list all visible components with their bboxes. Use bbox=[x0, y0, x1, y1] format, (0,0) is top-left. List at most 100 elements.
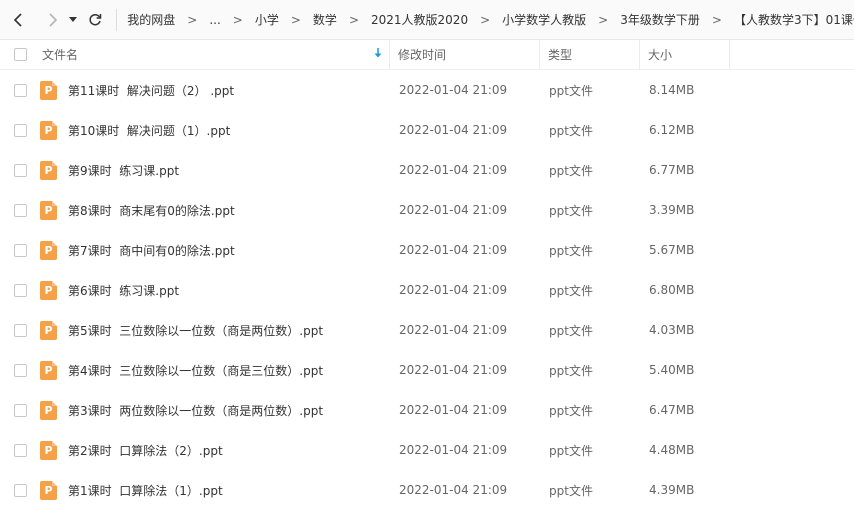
file-size: 6.47MB bbox=[649, 403, 695, 417]
file-name[interactable]: 第6课时 练习课.ppt bbox=[68, 282, 179, 299]
file-modified-time: 2022-01-04 21:09 bbox=[399, 283, 508, 297]
file-type: ppt文件 bbox=[549, 483, 593, 498]
breadcrumb-item-edition[interactable]: 2021人教版2020 bbox=[369, 11, 470, 28]
row-select-cell bbox=[0, 83, 40, 97]
row-select-cell bbox=[0, 283, 40, 297]
column-header-size[interactable]: 大小 bbox=[640, 39, 730, 70]
breadcrumb-item-ellipsis[interactable]: ... bbox=[207, 13, 222, 27]
breadcrumb-separator: > bbox=[348, 12, 359, 27]
breadcrumb-separator: > bbox=[480, 12, 491, 27]
file-row[interactable]: P 第8课时 商末尾有0的除法.ppt 2022-01-04 21:09 ppt… bbox=[0, 190, 854, 230]
row-checkbox[interactable] bbox=[13, 243, 27, 257]
file-row[interactable]: P 第4课时 三位数除以一位数（商是三位数）.ppt 2022-01-04 21… bbox=[0, 350, 854, 390]
file-row[interactable]: P 第1课时 口算除法（1）.ppt 2022-01-04 21:09 ppt文… bbox=[0, 470, 854, 510]
file-modified-time: 2022-01-04 21:09 bbox=[399, 363, 508, 377]
breadcrumb-separator: > bbox=[232, 12, 243, 27]
file-name[interactable]: 第8课时 商末尾有0的除法.ppt bbox=[68, 202, 235, 219]
file-name-cell: P 第5课时 三位数除以一位数（商是两位数）.ppt bbox=[40, 320, 390, 340]
sort-down-arrow-icon[interactable] bbox=[373, 47, 383, 62]
breadcrumb: 我的网盘 > ... > 小学 > 数学 > 2021人教版2020 > 小学数… bbox=[125, 0, 854, 40]
row-select-cell bbox=[0, 363, 40, 377]
file-name[interactable]: 第5课时 三位数除以一位数（商是两位数）.ppt bbox=[68, 322, 323, 339]
row-checkbox[interactable] bbox=[13, 203, 27, 217]
breadcrumb-item-grade[interactable]: 3年级数学下册 bbox=[618, 11, 702, 28]
row-select-cell bbox=[0, 483, 40, 497]
chevron-right-icon[interactable] bbox=[38, 6, 64, 34]
file-list: P 第11课时 解决问题（2） .ppt 2022-01-04 21:09 pp… bbox=[0, 70, 854, 510]
ppt-file-icon: P bbox=[40, 440, 57, 460]
file-type: ppt文件 bbox=[549, 323, 593, 338]
file-modified-time: 2022-01-04 21:09 bbox=[399, 483, 508, 497]
file-row[interactable]: P 第3课时 两位数除以一位数（商是两位数）.ppt 2022-01-04 21… bbox=[0, 390, 854, 430]
breadcrumb-item-current[interactable]: 【人教数学3下】01课件 bbox=[732, 11, 854, 28]
file-name[interactable]: 第4课时 三位数除以一位数（商是三位数）.ppt bbox=[68, 362, 323, 379]
file-name-cell: P 第1课时 口算除法（1）.ppt bbox=[40, 480, 390, 500]
row-checkbox[interactable] bbox=[13, 123, 27, 137]
file-size: 6.80MB bbox=[649, 283, 695, 297]
file-type: ppt文件 bbox=[549, 203, 593, 218]
row-checkbox[interactable] bbox=[13, 323, 27, 337]
ppt-file-icon: P bbox=[40, 320, 57, 340]
row-select-cell bbox=[0, 203, 40, 217]
file-name-cell: P 第9课时 练习课.ppt bbox=[40, 160, 390, 180]
file-name[interactable]: 第2课时 口算除法（2）.ppt bbox=[68, 442, 223, 459]
breadcrumb-item-primary[interactable]: 小学 bbox=[253, 11, 281, 28]
refresh-icon[interactable] bbox=[82, 6, 108, 34]
ppt-file-icon: P bbox=[40, 240, 57, 260]
file-type: ppt文件 bbox=[549, 163, 593, 178]
file-name-cell: P 第6课时 练习课.ppt bbox=[40, 280, 390, 300]
row-checkbox[interactable] bbox=[13, 83, 27, 97]
file-row[interactable]: P 第2课时 口算除法（2）.ppt 2022-01-04 21:09 ppt文… bbox=[0, 430, 854, 470]
file-row[interactable]: P 第11课时 解决问题（2） .ppt 2022-01-04 21:09 pp… bbox=[0, 70, 854, 110]
row-checkbox[interactable] bbox=[13, 483, 27, 497]
file-row[interactable]: P 第10课时 解决问题（1）.ppt 2022-01-04 21:09 ppt… bbox=[0, 110, 854, 150]
file-name[interactable]: 第3课时 两位数除以一位数（商是两位数）.ppt bbox=[68, 402, 323, 419]
select-all-checkbox[interactable] bbox=[13, 48, 27, 61]
file-name[interactable]: 第11课时 解决问题（2） .ppt bbox=[68, 82, 234, 99]
file-row[interactable]: P 第6课时 练习课.ppt 2022-01-04 21:09 ppt文件 6.… bbox=[0, 270, 854, 310]
chevron-left-icon[interactable] bbox=[6, 6, 32, 34]
column-header-name[interactable]: 文件名 bbox=[40, 39, 390, 70]
breadcrumb-separator: > bbox=[187, 12, 198, 27]
column-header-time[interactable]: 修改时间 bbox=[390, 39, 540, 70]
breadcrumb-item-math[interactable]: 数学 bbox=[311, 11, 339, 28]
row-select-cell bbox=[0, 123, 40, 137]
row-checkbox[interactable] bbox=[13, 163, 27, 177]
breadcrumb-item-publisher[interactable]: 小学数学人教版 bbox=[500, 11, 588, 28]
file-modified-time: 2022-01-04 21:09 bbox=[399, 443, 508, 457]
row-checkbox[interactable] bbox=[13, 403, 27, 417]
file-size: 8.14MB bbox=[649, 83, 695, 97]
row-select-cell bbox=[0, 163, 40, 177]
breadcrumb-separator: > bbox=[711, 12, 722, 27]
file-modified-time: 2022-01-04 21:09 bbox=[399, 243, 508, 257]
column-header-type[interactable]: 类型 bbox=[540, 39, 640, 70]
file-row[interactable]: P 第7课时 商中间有0的除法.ppt 2022-01-04 21:09 ppt… bbox=[0, 230, 854, 270]
file-name[interactable]: 第1课时 口算除法（1）.ppt bbox=[68, 482, 223, 499]
file-size: 6.12MB bbox=[649, 123, 695, 137]
row-checkbox[interactable] bbox=[13, 443, 27, 457]
file-size: 4.48MB bbox=[649, 443, 695, 457]
file-row[interactable]: P 第5课时 三位数除以一位数（商是两位数）.ppt 2022-01-04 21… bbox=[0, 310, 854, 350]
file-name-cell: P 第8课时 商末尾有0的除法.ppt bbox=[40, 200, 390, 220]
ppt-file-icon: P bbox=[40, 200, 57, 220]
file-row[interactable]: P 第9课时 练习课.ppt 2022-01-04 21:09 ppt文件 6.… bbox=[0, 150, 854, 190]
row-checkbox[interactable] bbox=[13, 363, 27, 377]
file-name[interactable]: 第10课时 解决问题（1）.ppt bbox=[68, 122, 230, 139]
row-checkbox[interactable] bbox=[13, 283, 27, 297]
breadcrumb-item-root[interactable]: 我的网盘 bbox=[125, 11, 177, 28]
file-type: ppt文件 bbox=[549, 403, 593, 418]
row-select-cell bbox=[0, 323, 40, 337]
file-name[interactable]: 第9课时 练习课.ppt bbox=[68, 162, 179, 179]
file-size: 6.77MB bbox=[649, 163, 695, 177]
file-name-cell: P 第4课时 三位数除以一位数（商是三位数）.ppt bbox=[40, 360, 390, 380]
file-type: ppt文件 bbox=[549, 243, 593, 258]
file-modified-time: 2022-01-04 21:09 bbox=[399, 163, 508, 177]
navigation-bar: 我的网盘 > ... > 小学 > 数学 > 2021人教版2020 > 小学数… bbox=[0, 0, 854, 40]
file-modified-time: 2022-01-04 21:09 bbox=[399, 123, 508, 137]
file-size: 4.03MB bbox=[649, 323, 695, 337]
file-name[interactable]: 第7课时 商中间有0的除法.ppt bbox=[68, 242, 235, 259]
file-name-cell: P 第7课时 商中间有0的除法.ppt bbox=[40, 240, 390, 260]
caret-down-icon[interactable] bbox=[65, 6, 82, 34]
file-type: ppt文件 bbox=[549, 123, 593, 138]
select-all-cell bbox=[0, 40, 40, 70]
